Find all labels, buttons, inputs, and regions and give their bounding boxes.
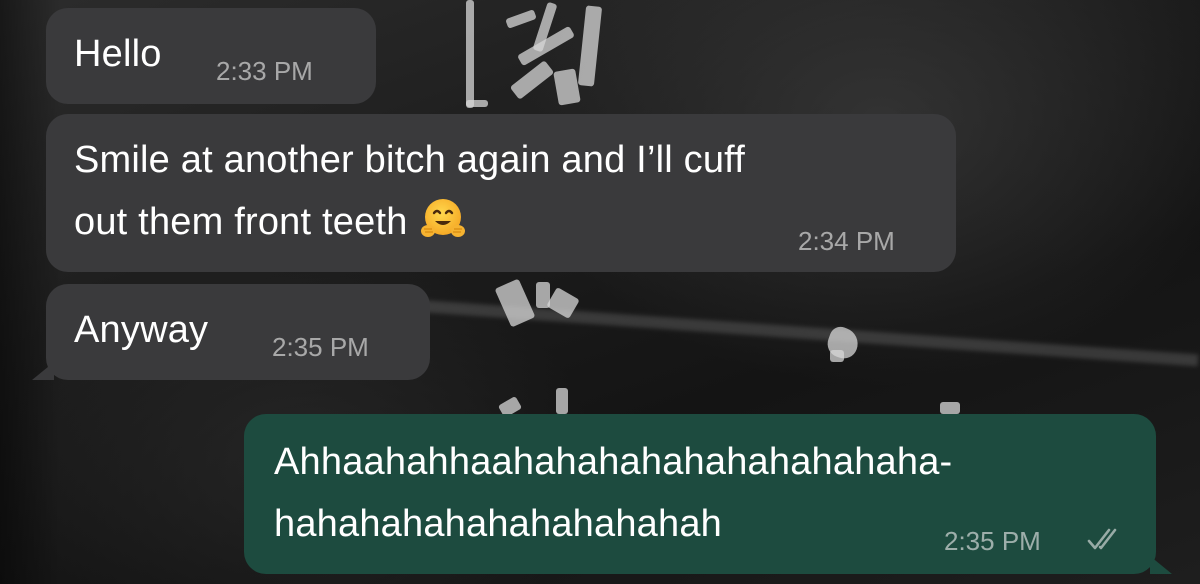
message-bubble-incoming[interactable]: Anyway 2:35 PM bbox=[46, 284, 430, 380]
message-bubble-incoming[interactable]: Hello 2:33 PM bbox=[46, 8, 376, 104]
wallpaper-glyph bbox=[466, 0, 474, 108]
wallpaper-glyph bbox=[466, 100, 488, 107]
message-text-line-2-label: out them front teeth bbox=[74, 201, 408, 243]
wallpaper-glyph bbox=[505, 9, 537, 29]
message-timestamp: 2:35 PM bbox=[944, 526, 1041, 556]
message-text-line-2: hahahahahahahahahahah bbox=[274, 503, 723, 545]
wallpaper-glyph bbox=[830, 350, 844, 362]
read-receipt-double-check-icon bbox=[1086, 526, 1126, 557]
bubble-tail bbox=[32, 362, 54, 380]
wallpaper-glyph bbox=[509, 60, 555, 100]
message-timestamp: 2:33 PM bbox=[216, 56, 313, 86]
wallpaper-glyph bbox=[556, 388, 568, 414]
wallpaper-glyph bbox=[494, 278, 536, 328]
message-text-line-1: Ahhaahahhaahahahahahahahahahaha- bbox=[274, 441, 953, 483]
message-text-line-2: out them front teeth bbox=[74, 192, 466, 252]
message-bubble-incoming[interactable]: Smile at another bitch again and I’ll cu… bbox=[46, 114, 956, 272]
message-bubble-outgoing[interactable]: Ahhaahahhaahahahahahahahahahaha- hahahah… bbox=[244, 414, 1156, 574]
message-text: Hello bbox=[74, 33, 162, 75]
bubble-tail bbox=[1150, 556, 1172, 574]
wallpaper-glyph bbox=[940, 402, 960, 414]
chat-view: Hello 2:33 PM Smile at another bitch aga… bbox=[0, 0, 1200, 584]
wallpaper-glyph bbox=[577, 5, 603, 87]
message-text-line-1: Smile at another bitch again and I’ll cu… bbox=[74, 139, 745, 181]
wallpaper-glyph bbox=[553, 68, 581, 106]
message-text: Anyway bbox=[74, 309, 209, 351]
message-timestamp: 2:34 PM bbox=[798, 226, 895, 256]
message-timestamp: 2:35 PM bbox=[272, 332, 369, 362]
hugging-face-emoji-icon bbox=[420, 196, 466, 242]
wallpaper-streak bbox=[419, 300, 1199, 367]
